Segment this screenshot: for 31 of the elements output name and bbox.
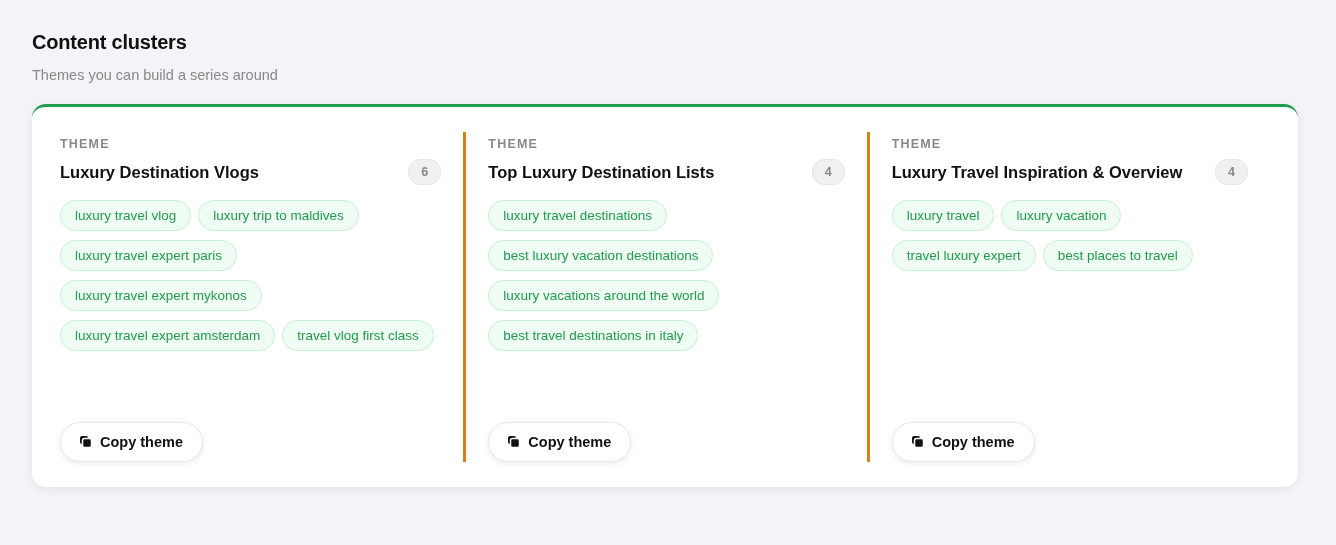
copy-theme-button[interactable]: Copy theme [891, 422, 1035, 462]
keyword-chip: travel vlog first class [282, 320, 434, 351]
keyword-chip: best places to travel [1042, 240, 1193, 271]
copy-icon [911, 436, 924, 448]
theme-title: Luxury Travel Inspiration & Overview [891, 162, 1183, 182]
copy-theme-button[interactable]: Copy theme [488, 422, 632, 462]
section-title: Content clusters [32, 31, 188, 54]
theme-title: Luxury Destination Vlogs [60, 162, 259, 182]
theme-label: THEME [488, 137, 540, 151]
section-subtitle: Themes you can build a series around [32, 67, 279, 83]
keyword-chip: luxury travel expert paris [60, 240, 238, 271]
keyword-chip: luxury travel vlog [60, 200, 192, 231]
theme-title: Top Luxury Destination Lists [488, 162, 715, 182]
keyword-chip: best luxury vacation destinations [488, 240, 714, 271]
keyword-chip: luxury travel expert mykonos [60, 280, 262, 311]
keyword-chip: luxury trip to maldives [198, 200, 359, 231]
copy-icon [508, 436, 521, 448]
copy-theme-button[interactable]: Copy theme [60, 422, 203, 462]
keyword-chip: luxury travel [891, 200, 995, 231]
keyword-chip: luxury vacations around the world [488, 280, 720, 311]
theme-label: THEME [891, 137, 943, 151]
count-badge: 6 [408, 159, 442, 185]
keyword-chip: best travel destinations in italy [488, 320, 699, 351]
keyword-chip: luxury vacation [1001, 200, 1122, 231]
keyword-chip: travel luxury expert [891, 240, 1036, 271]
theme-label: THEME [60, 137, 111, 151]
copy-icon [80, 436, 92, 448]
count-badge: 4 [1215, 159, 1248, 185]
keyword-chip: luxury travel expert amsterdam [60, 320, 276, 351]
keyword-chip: luxury travel destinations [488, 200, 667, 231]
count-badge: 4 [811, 159, 845, 185]
